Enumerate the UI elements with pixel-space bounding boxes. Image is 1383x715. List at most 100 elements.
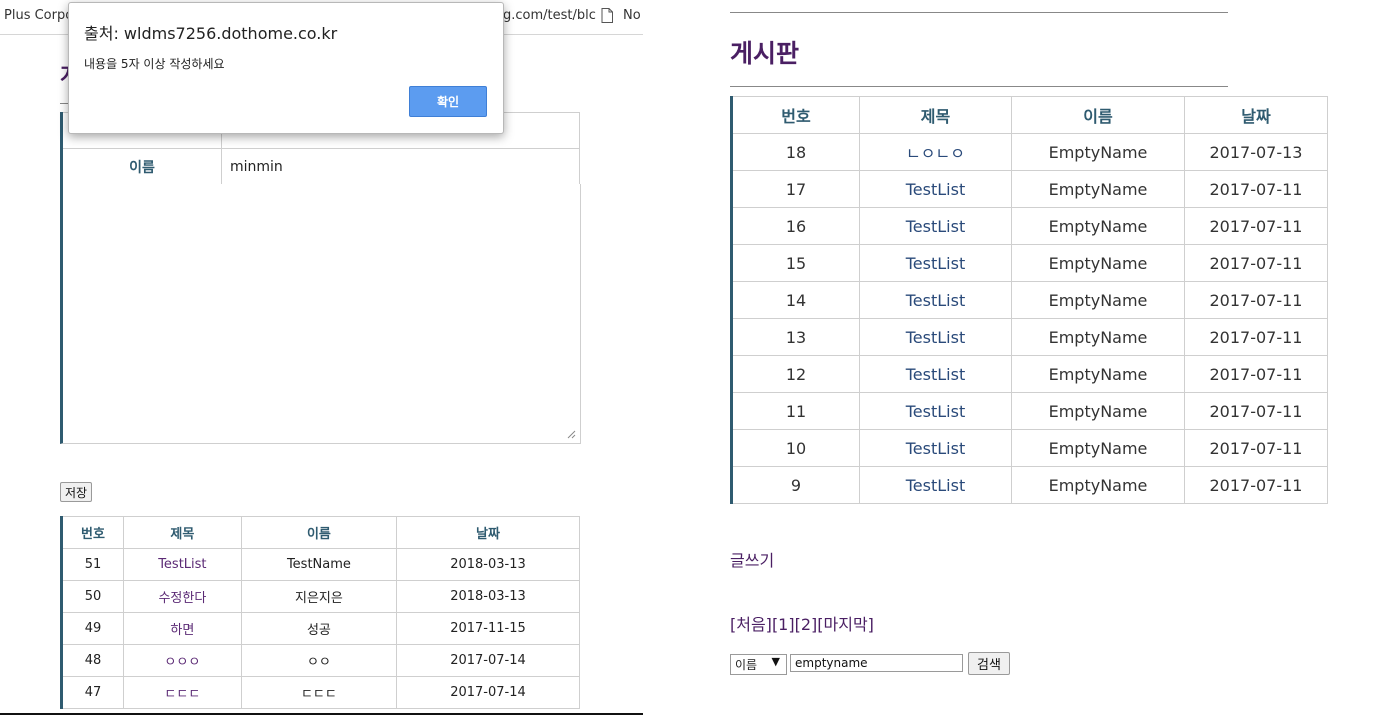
row-title-link[interactable]: 수정한다: [122, 580, 242, 613]
row-author: 지은지은: [240, 580, 398, 613]
row-author: EmptyName: [1011, 318, 1185, 356]
address-fragment: g.com/test/blc: [503, 8, 596, 23]
dropdown-arrow-icon: ▼: [771, 655, 780, 668]
search-field-selected: 이름: [735, 658, 758, 672]
row-number: 50: [61, 580, 124, 613]
row-title-link[interactable]: TestList: [859, 429, 1012, 467]
form-row-name: 이름 minmin: [61, 148, 580, 185]
bookmark-item[interactable]: Plus Corpo: [4, 8, 73, 23]
row-date: 2017-07-13: [1184, 133, 1328, 171]
pager-first-link[interactable]: [처음]: [730, 615, 772, 634]
row-title-link[interactable]: 하면: [122, 612, 242, 645]
row-number: 12: [731, 355, 860, 393]
row-author: EmptyName: [1011, 392, 1185, 430]
search-button[interactable]: 검색: [968, 652, 1010, 675]
row-number: 49: [61, 612, 124, 645]
row-author: TestName: [240, 548, 398, 581]
row-author: EmptyName: [1011, 355, 1185, 393]
row-author: ㅇㅇ: [240, 644, 398, 677]
name-field[interactable]: minmin: [221, 148, 580, 185]
resize-grip-icon[interactable]: [567, 430, 576, 439]
row-author: EmptyName: [1011, 429, 1185, 467]
table-row: 18 ㄴㅇㄴㅇ EmptyName 2017-07-13: [731, 133, 1328, 171]
row-date: 2018-03-13: [396, 580, 580, 613]
table-row: 15 TestList EmptyName 2017-07-11: [731, 244, 1328, 282]
table-row: 16 TestList EmptyName 2017-07-11: [731, 207, 1328, 245]
top-divider: [730, 12, 1228, 13]
row-title-link[interactable]: TestList: [859, 318, 1012, 356]
row-number: 47: [61, 676, 124, 709]
save-button[interactable]: 저장: [60, 482, 93, 502]
search-input[interactable]: [790, 654, 963, 672]
table-row: 48 ㅇㅇㅇ ㅇㅇ 2017-07-14: [61, 644, 580, 677]
column-header: 제목: [122, 516, 242, 549]
row-number: 9: [731, 466, 860, 504]
row-author: 성공: [240, 612, 398, 645]
row-author: EmptyName: [1011, 466, 1185, 504]
board-list-table: 번호 제목 이름 날짜 18 ㄴㅇㄴㅇ EmptyName 2017-07-13…: [730, 96, 1328, 504]
row-date: 2018-03-13: [396, 548, 580, 581]
row-number: 17: [731, 170, 860, 208]
table-row: 51 TestList TestName 2018-03-13: [61, 548, 580, 581]
table-row: 9 TestList EmptyName 2017-07-11: [731, 466, 1328, 504]
pagination: [처음][1][2][마지막]: [730, 611, 874, 635]
row-date: 2017-07-11: [1184, 244, 1328, 282]
row-date: 2017-07-14: [396, 676, 580, 709]
row-title-link[interactable]: TestList: [859, 392, 1012, 430]
row-author: EmptyName: [1011, 281, 1185, 319]
alert-dialog: 출처: wldms7256.dothome.co.kr 내용을 5자 이상 작성…: [68, 2, 504, 134]
row-author: ㄷㄷㄷ: [240, 676, 398, 709]
row-number: 11: [731, 392, 860, 430]
title-divider: [730, 86, 1228, 87]
table-row: 14 TestList EmptyName 2017-07-11: [731, 281, 1328, 319]
board-title: 게시판: [730, 39, 800, 68]
column-header: 번호: [731, 96, 860, 134]
column-header: 이름: [240, 516, 398, 549]
pager-page-link[interactable]: [1]: [772, 615, 795, 634]
row-date: 2017-07-11: [1184, 207, 1328, 245]
left-browser-panel: Plus Corpo g.com/test/blc No 게 이름 minmin…: [0, 0, 643, 715]
row-date: 2017-11-15: [396, 612, 580, 645]
row-title-link[interactable]: TestList: [859, 170, 1012, 208]
column-header: 번호: [61, 516, 124, 549]
table-row: 50 수정한다 지은지은 2018-03-13: [61, 580, 580, 613]
table-row: 10 TestList EmptyName 2017-07-11: [731, 429, 1328, 467]
table-row: 17 TestList EmptyName 2017-07-11: [731, 170, 1328, 208]
column-header: 날짜: [1184, 96, 1328, 134]
row-author: EmptyName: [1011, 207, 1185, 245]
row-title-link[interactable]: ㅇㅇㅇ: [122, 644, 242, 677]
row-date: 2017-07-11: [1184, 429, 1328, 467]
board-list-table: 번호 제목 이름 날짜 51 TestList TestName 2018-03…: [60, 516, 580, 709]
row-title-link[interactable]: ㄴㅇㄴㅇ: [859, 133, 1012, 171]
row-title-link[interactable]: TestList: [859, 244, 1012, 282]
pager-last-link[interactable]: [마지막]: [817, 615, 874, 634]
right-board-panel: 게시판 번호 제목 이름 날짜 18 ㄴㅇㄴㅇ EmptyName 2017-0…: [643, 0, 1383, 715]
row-title-link[interactable]: TestList: [859, 466, 1012, 504]
dialog-ok-button[interactable]: 확인: [409, 86, 487, 117]
write-post-link[interactable]: 글쓰기: [730, 547, 774, 571]
search-field-select[interactable]: 이름 ▼: [730, 654, 787, 675]
content-textarea[interactable]: [60, 184, 581, 444]
table-row: 49 하면 성공 2017-11-15: [61, 612, 580, 645]
row-title-link[interactable]: TestList: [859, 281, 1012, 319]
table-row: 11 TestList EmptyName 2017-07-11: [731, 392, 1328, 430]
bookmark-item[interactable]: No: [623, 8, 641, 23]
row-author: EmptyName: [1011, 133, 1185, 171]
row-date: 2017-07-11: [1184, 466, 1328, 504]
column-header: 이름: [1011, 96, 1185, 134]
table-header-row: 번호 제목 이름 날짜: [731, 96, 1328, 134]
pager-page-link[interactable]: [2]: [795, 615, 818, 634]
row-number: 13: [731, 318, 860, 356]
table-header-row: 번호 제목 이름 날짜: [61, 516, 580, 549]
row-title-link[interactable]: TestList: [859, 207, 1012, 245]
dialog-title: 출처: wldms7256.dothome.co.kr: [84, 24, 338, 43]
row-title-link[interactable]: TestList: [122, 548, 242, 581]
table-row: 47 ㄷㄷㄷ ㄷㄷㄷ 2017-07-14: [61, 676, 580, 709]
row-author: EmptyName: [1011, 244, 1185, 282]
row-date: 2017-07-11: [1184, 318, 1328, 356]
row-title-link[interactable]: ㄷㄷㄷ: [122, 676, 242, 709]
column-header: 날짜: [396, 516, 580, 549]
row-number: 15: [731, 244, 860, 282]
column-header: 제목: [859, 96, 1012, 134]
row-title-link[interactable]: TestList: [859, 355, 1012, 393]
